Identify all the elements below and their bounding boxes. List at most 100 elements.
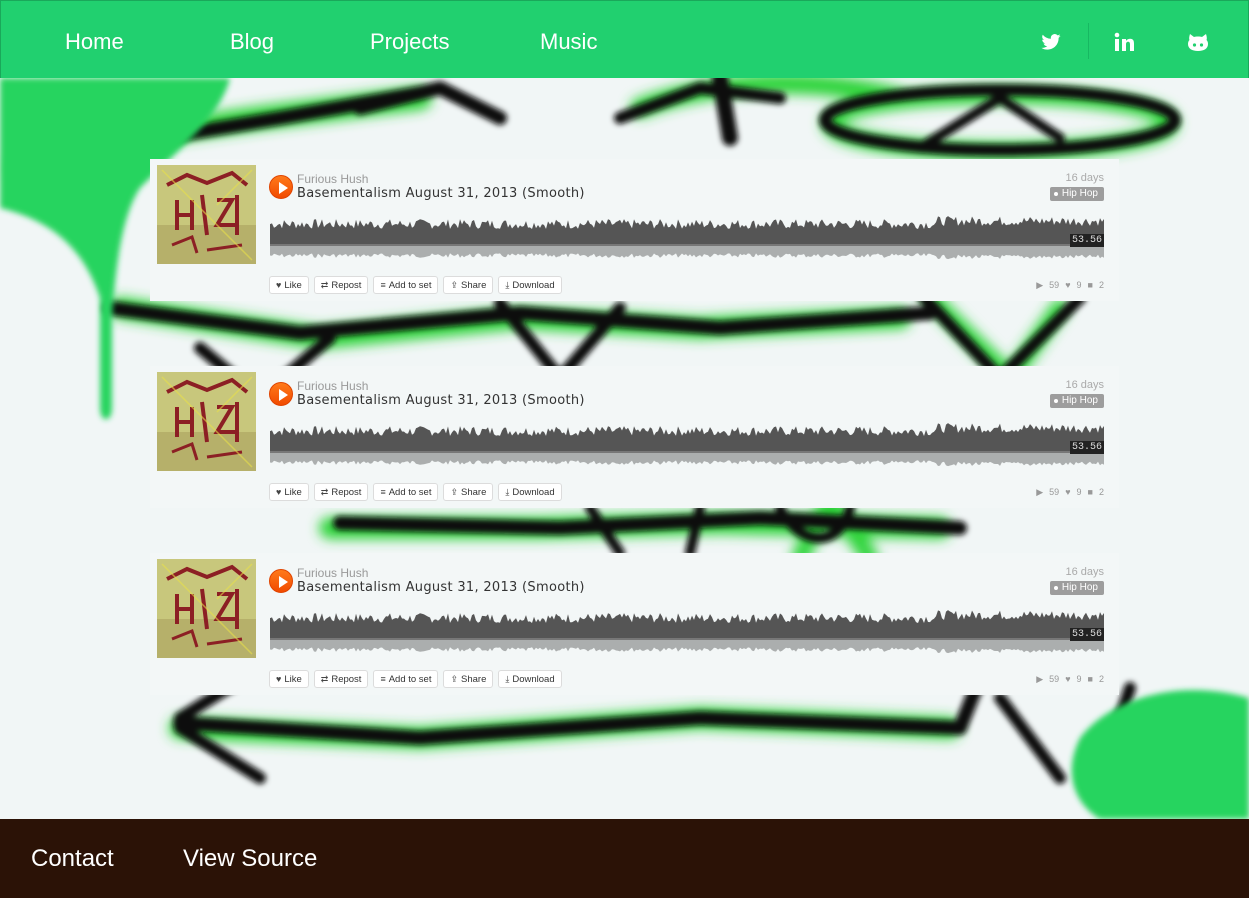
add-to-set-icon: ≡ (380, 674, 386, 684)
genre-tag[interactable]: Hip Hop (1049, 187, 1104, 201)
repost-icon: ⇄ (320, 279, 329, 290)
track-duration: 53.56 (1069, 628, 1104, 641)
waveform-reflection (270, 640, 1104, 659)
track-actions: ♥ Like ⇄ Repost ≡ Add to set ⇪ Share ⤓ Downlo… (269, 483, 562, 501)
repost-label: Repost (331, 673, 362, 685)
play-button[interactable] (269, 175, 293, 199)
footer-view-source-link[interactable]: View Source (183, 845, 317, 873)
album-art-image (157, 372, 256, 471)
download-label: Download (512, 279, 555, 291)
like-button[interactable]: ♥ Like (269, 670, 309, 688)
share-icon: ⇪ (450, 486, 459, 497)
heart-icon: ♥ (276, 674, 282, 684)
add-to-set-icon: ≡ (380, 280, 386, 290)
plays-count: 59 (1049, 280, 1060, 290)
footer: Contact View Source (0, 819, 1249, 898)
add-to-set-label: Add to set (388, 673, 432, 685)
plays-icon: ▶ (1036, 280, 1044, 290)
waveform[interactable] (270, 207, 1104, 265)
track-duration: 53.56 (1069, 234, 1104, 247)
album-art[interactable] (157, 372, 256, 471)
download-icon: ⤓ (505, 673, 510, 684)
linkedin-icon[interactable] (1109, 27, 1139, 57)
likes-icon: ♥ (1065, 280, 1071, 290)
download-icon: ⤓ (505, 486, 510, 497)
nav-music[interactable]: Music (540, 29, 597, 55)
comments-icon: ■ (1087, 280, 1093, 290)
github-icon[interactable] (1183, 27, 1213, 57)
track-artist[interactable]: Furious Hush (297, 379, 368, 393)
nav-home[interactable]: Home (65, 29, 124, 55)
repost-label: Repost (331, 279, 362, 291)
share-button[interactable]: ⇪ Share (443, 276, 494, 294)
waveform-baseline (270, 638, 1104, 640)
waveform[interactable] (270, 414, 1104, 472)
social-divider (1088, 23, 1089, 59)
share-button[interactable]: ⇪ Share (443, 483, 494, 501)
download-button[interactable]: ⤓ Download (498, 670, 562, 688)
track-card: Furious Hush Basementalism August 31, 20… (150, 553, 1119, 695)
nav-projects[interactable]: Projects (370, 29, 449, 55)
track-date: 16 days (1065, 566, 1104, 578)
track-card: Furious Hush Basementalism August 31, 20… (150, 366, 1119, 508)
album-art[interactable] (157, 165, 256, 264)
twitter-icon[interactable] (1036, 27, 1066, 57)
share-icon: ⇪ (450, 279, 459, 290)
footer-contact-link[interactable]: Contact (31, 845, 114, 873)
track-date: 16 days (1065, 172, 1104, 184)
comments-count: 2 (1098, 280, 1104, 290)
track-title[interactable]: Basementalism August 31, 2013 (Smooth) (297, 186, 585, 201)
likes-count: 9 (1076, 674, 1082, 684)
add-to-set-button[interactable]: ≡ Add to set (373, 483, 439, 501)
genre-tag[interactable]: Hip Hop (1049, 581, 1104, 595)
play-button[interactable] (269, 569, 293, 593)
repost-icon: ⇄ (320, 673, 329, 684)
waveform-baseline (270, 451, 1104, 453)
add-to-set-button[interactable]: ≡ Add to set (373, 670, 439, 688)
add-to-set-label: Add to set (388, 486, 432, 498)
repost-button[interactable]: ⇄ Repost (313, 670, 369, 688)
like-label: Like (284, 486, 302, 498)
likes-icon: ♥ (1065, 674, 1071, 684)
track-artist[interactable]: Furious Hush (297, 566, 368, 580)
download-button[interactable]: ⤓ Download (498, 276, 562, 294)
comments-icon: ■ (1087, 487, 1093, 497)
track-artist[interactable]: Furious Hush (297, 172, 368, 186)
heart-icon: ♥ (276, 487, 282, 497)
plays-icon: ▶ (1036, 487, 1044, 497)
share-button[interactable]: ⇪ Share (443, 670, 494, 688)
like-label: Like (284, 673, 302, 685)
track-title[interactable]: Basementalism August 31, 2013 (Smooth) (297, 393, 585, 408)
play-button[interactable] (269, 382, 293, 406)
download-button[interactable]: ⤓ Download (498, 483, 562, 501)
comments-icon: ■ (1087, 674, 1093, 684)
track-title[interactable]: Basementalism August 31, 2013 (Smooth) (297, 580, 585, 595)
download-label: Download (512, 486, 555, 498)
like-button[interactable]: ♥ Like (269, 483, 309, 501)
download-label: Download (512, 673, 555, 685)
share-label: Share (461, 486, 487, 498)
waveform[interactable] (270, 601, 1104, 659)
track-date: 16 days (1065, 379, 1104, 391)
repost-button[interactable]: ⇄ Repost (313, 483, 369, 501)
track-stats: ▶ 59 ♥ 9 ■ 2 (1036, 674, 1104, 685)
album-art-image (157, 165, 256, 264)
repost-icon: ⇄ (320, 486, 329, 497)
nav-blog[interactable]: Blog (230, 29, 274, 55)
waveform-reflection (270, 453, 1104, 472)
comments-count: 2 (1098, 487, 1104, 497)
plays-icon: ▶ (1036, 674, 1044, 684)
plays-count: 59 (1049, 487, 1060, 497)
repost-button[interactable]: ⇄ Repost (313, 276, 369, 294)
share-label: Share (461, 673, 487, 685)
album-art[interactable] (157, 559, 256, 658)
share-icon: ⇪ (450, 673, 459, 684)
top-nav: Home Blog Projects Music (0, 0, 1249, 78)
track-card: Furious Hush Basementalism August 31, 20… (150, 159, 1119, 301)
track-actions: ♥ Like ⇄ Repost ≡ Add to set ⇪ Share ⤓ Downlo… (269, 276, 562, 294)
genre-tag[interactable]: Hip Hop (1049, 394, 1104, 408)
add-to-set-button[interactable]: ≡ Add to set (373, 276, 439, 294)
download-icon: ⤓ (505, 279, 510, 290)
plays-count: 59 (1049, 674, 1060, 684)
like-button[interactable]: ♥ Like (269, 276, 309, 294)
